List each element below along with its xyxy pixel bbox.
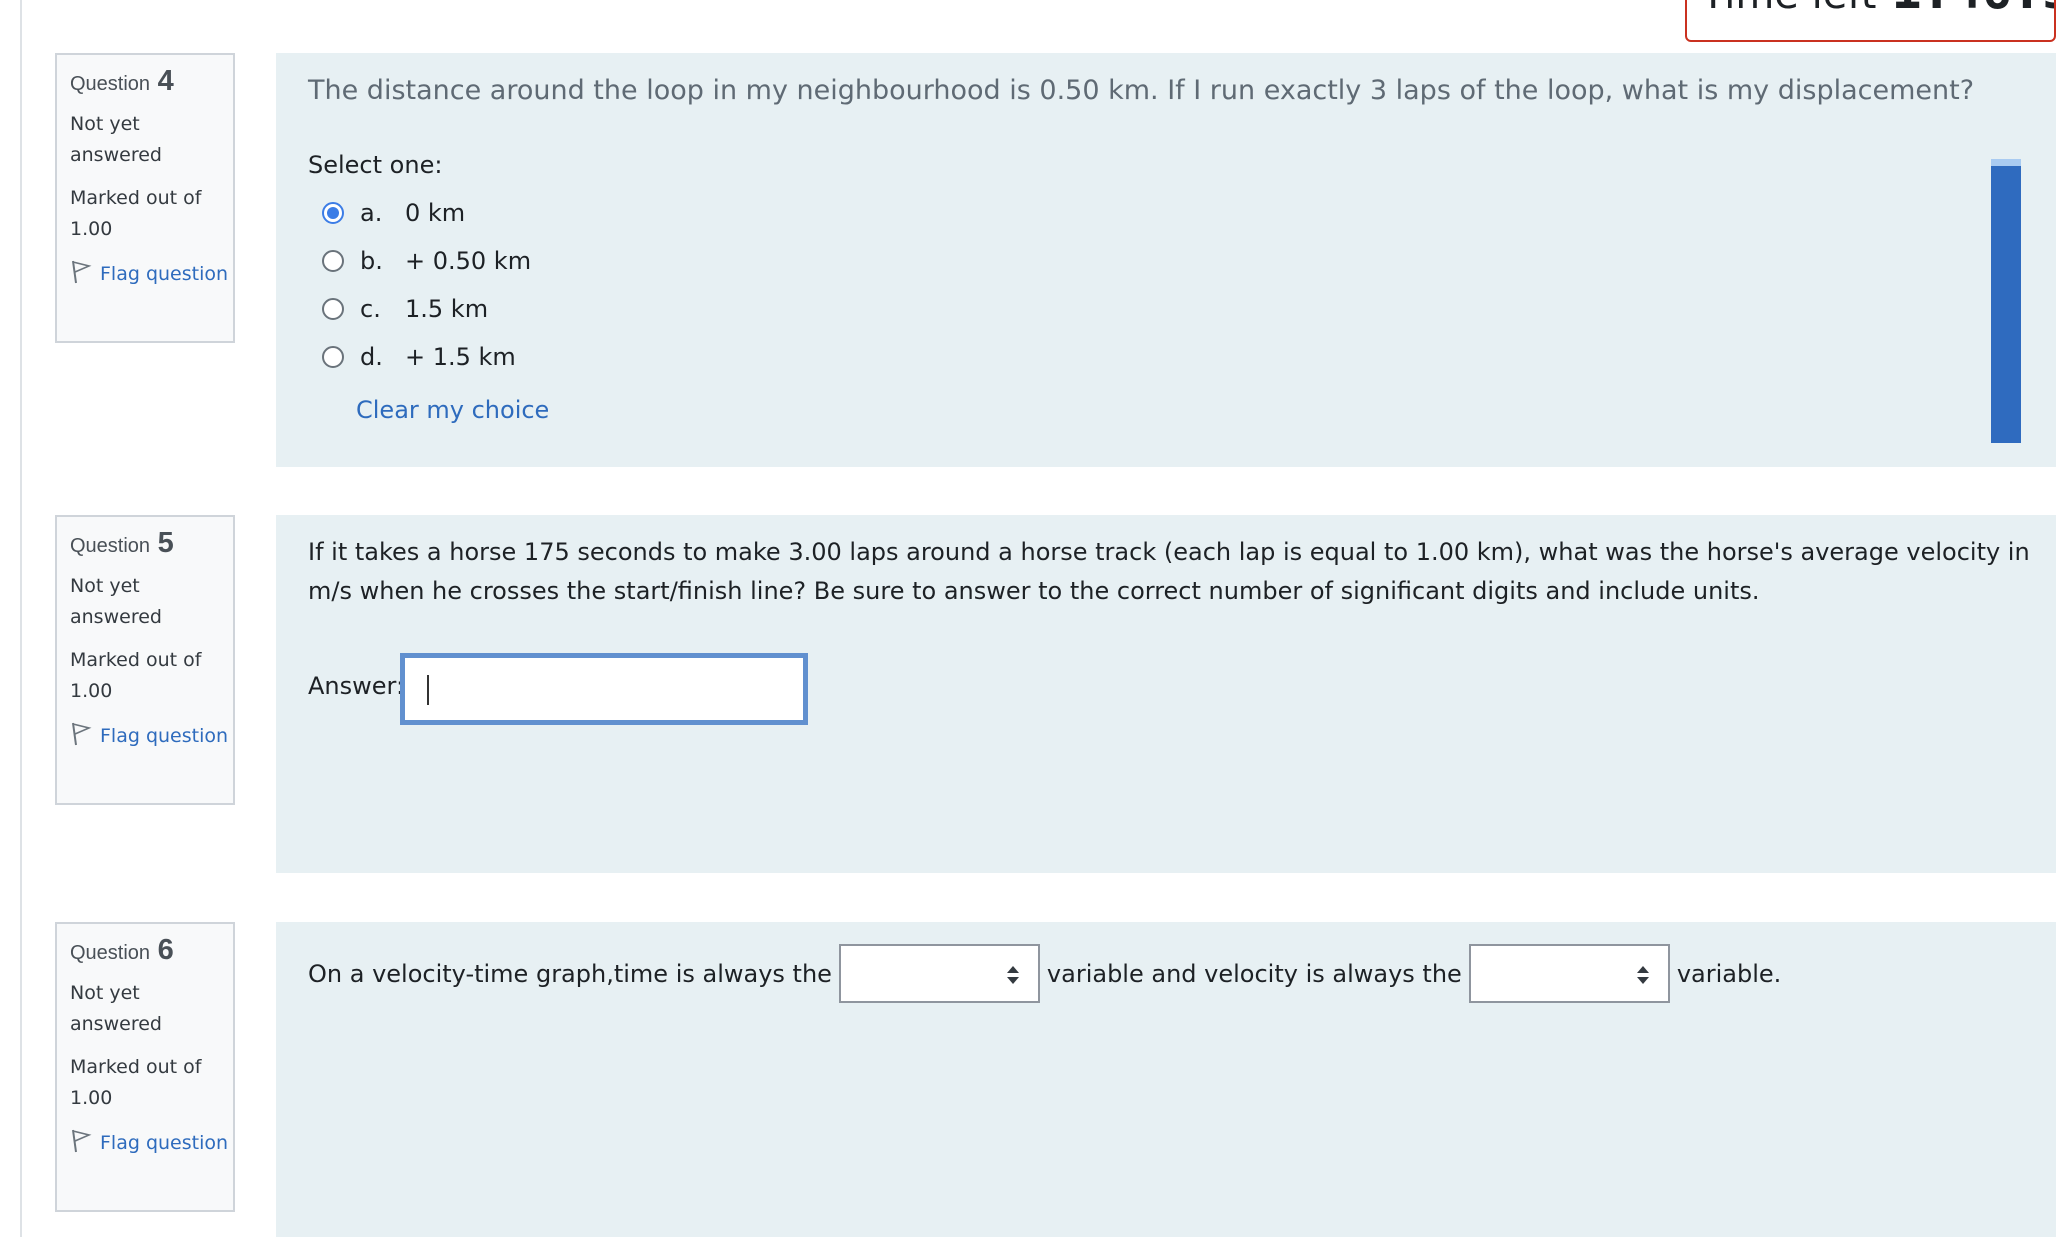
question-label: Question [70, 535, 151, 557]
question-number-value: 6 [157, 934, 174, 966]
answer-option-b[interactable]: b. + 0.50 km [308, 241, 531, 281]
answer-option-a[interactable]: a. 0 km [308, 193, 465, 233]
option-letter: c. [360, 295, 381, 323]
flag-question-label: Flag question [100, 725, 229, 747]
question-content-5: If it takes a horse 175 seconds to make … [276, 515, 2056, 873]
question-number: Question 6 [70, 934, 233, 976]
question-number: Question 4 [70, 65, 233, 107]
timer-box: Time left 1:46:54 [1685, 0, 2056, 42]
question-label: Question [70, 73, 151, 95]
question-state: Not yet answered [70, 575, 162, 628]
flag-icon [72, 260, 92, 284]
question-info-4: Question 4 Not yet answered Marked out o… [55, 53, 235, 343]
question-number: Question 5 [70, 527, 233, 569]
radio-option-b[interactable] [322, 250, 344, 272]
answer-label: Answer: [308, 672, 405, 700]
question-state: Not yet answered [70, 113, 162, 166]
option-text: 0 km [405, 199, 466, 227]
question-text-line: On a velocity-time graph,time is always … [308, 944, 1781, 1003]
question-content-4: The distance around the loop in my neigh… [276, 53, 2056, 467]
answer-input[interactable] [400, 653, 808, 725]
question-text: The distance around the loop in my neigh… [308, 75, 1975, 106]
scrollbar-cap [1991, 159, 2021, 166]
flag-question-link[interactable]: Flag question [70, 259, 233, 290]
radio-option-c[interactable] [322, 298, 344, 320]
question-info-6: Question 6 Not yet answered Marked out o… [55, 922, 235, 1212]
timer-value: 1:46:54 [1891, 0, 2054, 20]
question-grade: Marked out of 1.00 [70, 649, 202, 702]
select-one-prompt: Select one: [308, 151, 443, 179]
answer-option-c[interactable]: c. 1.5 km [308, 289, 488, 329]
option-letter: d. [360, 343, 383, 371]
question-text: If it takes a horse 175 seconds to make … [308, 538, 2030, 605]
flag-question-link[interactable]: Flag question [70, 721, 233, 752]
flag-icon [72, 722, 92, 746]
option-text: 1.5 km [405, 295, 489, 323]
question-grade: Marked out of 1.00 [70, 1056, 202, 1109]
question-state: Not yet answered [70, 982, 162, 1035]
question-grade: Marked out of 1.00 [70, 187, 202, 240]
question-text-part-1: On a velocity-time graph,time is always … [308, 959, 832, 988]
question-content-6: On a velocity-time graph,time is always … [276, 922, 2056, 1237]
page-left-border [20, 0, 22, 1237]
option-text: + 1.5 km [405, 343, 516, 371]
text-caret [427, 675, 429, 705]
answer-option-d[interactable]: d. + 1.5 km [308, 337, 516, 377]
question-number-value: 5 [157, 527, 174, 559]
question-text-part-3: variable. [1676, 959, 1782, 988]
radio-option-a[interactable] [322, 202, 344, 224]
question-info-5: Question 5 Not yet answered Marked out o… [55, 515, 235, 805]
flag-question-label: Flag question [100, 263, 229, 285]
question-label: Question [70, 942, 151, 964]
variable-select-1[interactable] [838, 944, 1040, 1003]
scrollbar-thumb[interactable] [1991, 159, 2021, 443]
flag-question-label: Flag question [100, 1132, 229, 1154]
option-text: + 0.50 km [405, 247, 532, 275]
question-number-value: 4 [157, 65, 174, 97]
flag-icon [72, 1129, 92, 1153]
option-letter: b. [360, 247, 383, 275]
flag-question-link[interactable]: Flag question [70, 1128, 233, 1159]
select-arrows-icon [1006, 966, 1019, 984]
option-letter: a. [360, 199, 383, 227]
question-text-part-2: variable and velocity is always the [1046, 959, 1462, 988]
clear-my-choice-link[interactable]: Clear my choice [356, 396, 549, 424]
radio-option-d[interactable] [322, 346, 344, 368]
variable-select-2[interactable] [1468, 944, 1670, 1003]
timer-label: Time left [1701, 0, 1876, 18]
select-arrows-icon [1636, 966, 1649, 984]
